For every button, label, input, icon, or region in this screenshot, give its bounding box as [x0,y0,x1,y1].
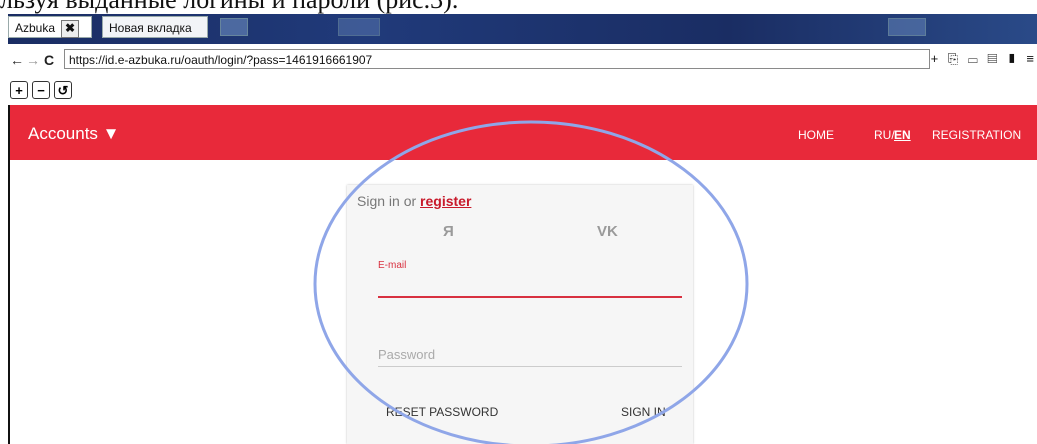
document-caption: льзуя выданные логины и пароли (рис.3). [0,0,458,14]
highlight-oval [313,120,749,444]
zoom-reset-icon[interactable]: ↺ [54,81,72,99]
tab-label: Azbuka [15,21,56,35]
tab-strip: Azbuka ✖ Новая вкладка [8,14,1037,44]
tab-azbuka[interactable]: Azbuka ✖ [8,16,92,38]
lang-en-link[interactable]: EN [894,128,911,142]
taskbar-thumbnail-icon [220,18,248,36]
forward-icon[interactable]: → [26,52,40,68]
tab-close-icon[interactable]: ✖ [61,20,79,38]
lang-ru-link[interactable]: RU/ [874,128,895,142]
reload-icon[interactable]: C [44,52,54,68]
navigation-bar: ← → C https://id.e-azbuka.ru/oauth/login… [8,44,1037,78]
registration-link[interactable]: REGISTRATION [932,128,1021,142]
taskbar-thumbnail-icon [338,18,380,36]
taskbar-thumbnail-icon [888,18,926,36]
accounts-menu-button[interactable]: Accounts ▼ [28,124,119,144]
home-link[interactable]: HOME [798,128,834,142]
zoom-in-icon[interactable]: + [10,81,28,99]
zoom-out-icon[interactable]: − [32,81,50,99]
zoom-toolbar: + − ↺ [8,77,1037,105]
address-bar[interactable]: https://id.e-azbuka.ru/oauth/login/?pass… [64,49,930,69]
toolbar-icons[interactable]: + ⎘ ▭ ▤ ▮ ≡ [931,51,1037,67]
back-icon[interactable]: ← [10,52,24,68]
tab-new[interactable]: Новая вкладка [102,16,208,38]
tab-label: Новая вкладка [109,21,192,35]
